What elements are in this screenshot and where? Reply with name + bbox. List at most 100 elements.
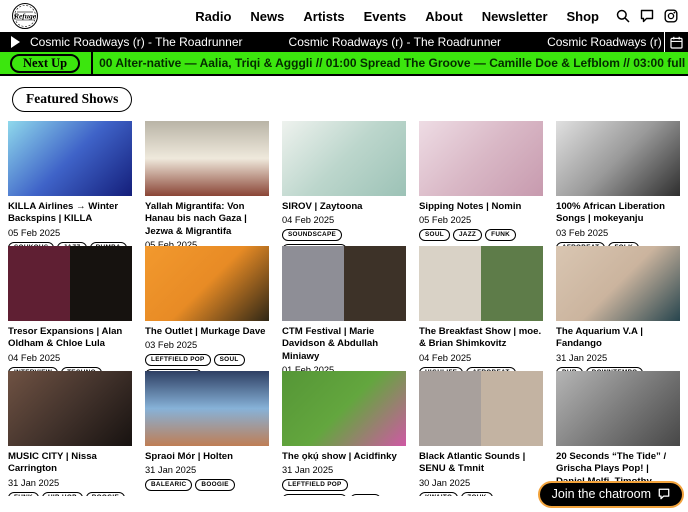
show-genre-tags: LEFTFIELD POPSOULELECTRONIC [145, 354, 269, 371]
show-title[interactable]: The Aquarium V.A | Fandango [556, 326, 680, 351]
chat-bubble-icon [658, 488, 670, 500]
join-chatroom-label: Join the chatroom [551, 487, 651, 501]
show-card[interactable]: The Outlet | Murkage Dave 03 Feb 2025 LEFT… [145, 246, 269, 371]
genre-tag[interactable]: SOUNDSCAPE [282, 229, 343, 242]
show-card[interactable]: Yallah Migrantifa: Von Hanau bis nach Ga… [145, 121, 269, 246]
show-date: 30 Jan 2025 [419, 477, 471, 488]
show-thumbnail[interactable] [8, 121, 132, 196]
show-title[interactable]: 100% African Liberation Songs | mokeyanj… [556, 201, 680, 226]
show-card[interactable]: KILLA Airlines → Winter Backspins | KILL… [8, 121, 132, 246]
genre-tag[interactable]: BOOGIE [195, 479, 235, 492]
show-date: 05 Feb 2025 [419, 215, 472, 226]
show-title[interactable]: SIROV | Zaytoona [282, 201, 406, 213]
show-title[interactable]: Black Atlantic Sounds | SENU & Tmnit [419, 451, 543, 476]
nav-item-radio[interactable]: Radio [195, 9, 231, 24]
nav-item-about[interactable]: About [425, 9, 463, 24]
nav-item-shop[interactable]: Shop [567, 9, 600, 24]
show-thumbnail[interactable] [419, 371, 543, 446]
genre-tag[interactable]: BOOGIE [85, 491, 126, 496]
show-thumbnail[interactable] [282, 121, 406, 196]
show-title[interactable]: Spraoi Mór | Holten [145, 451, 269, 463]
site-header: Refuge Radio News Artists Events About Newsle… [0, 0, 688, 32]
show-thumbnail[interactable] [556, 246, 680, 321]
show-title[interactable]: Tresor Expansions | Alan Oldham & Chloe … [8, 326, 132, 351]
show-thumbnail[interactable] [556, 121, 680, 196]
show-date: 31 Jan 2025 [282, 465, 334, 476]
genre-tag[interactable]: EXPERIMENTAL [282, 494, 348, 496]
search-icon[interactable] [615, 9, 630, 24]
show-date: 31 Jan 2025 [145, 465, 197, 476]
next-up-button[interactable]: Next Up [10, 53, 81, 73]
show-card[interactable]: Tresor Expansions | Alan Oldham & Chloe … [8, 246, 132, 371]
next-up-schedule: 00 Alter-native — Aalia, Triqi & Agggli … [99, 56, 688, 70]
next-up-bar: Next Up 00 Alter-native — Aalia, Triqi &… [0, 52, 688, 76]
play-icon[interactable] [0, 36, 30, 48]
show-card[interactable]: The Aquarium V.A | Fandango31 Jan 2025DU… [556, 246, 680, 371]
show-thumbnail[interactable] [282, 246, 406, 321]
show-thumbnail[interactable] [282, 371, 406, 446]
show-thumbnail[interactable] [419, 246, 543, 321]
show-card[interactable]: MUSIC CITY | Nissa Carrington 31 Jan 2025… [8, 371, 132, 496]
show-card[interactable]: Black Atlantic Sounds | SENU & Tmnit 30 J… [419, 371, 543, 496]
show-card[interactable]: The ọkụ́ show | Acidfinky 31 Jan 2025 LEFT… [282, 371, 406, 496]
genre-tag[interactable]: FUNK [8, 491, 39, 496]
genre-tag[interactable]: SOUL [350, 494, 382, 496]
show-title[interactable]: Sipping Notes | Nomin [419, 201, 543, 213]
genre-tag[interactable]: BALEARIC [145, 479, 193, 492]
show-title[interactable]: The Breakfast Show | moe. & Brian Shimko… [419, 326, 543, 351]
show-date: 05 Feb 2025 [8, 227, 61, 238]
show-thumbnail[interactable] [145, 371, 269, 446]
show-card[interactable]: The Breakfast Show | moe. & Brian Shimko… [419, 246, 543, 371]
genre-tag[interactable]: LEFTFIELD POP [282, 479, 348, 492]
featured-shows-heading[interactable]: Featured Shows [12, 87, 133, 112]
show-date: 31 Jan 2025 [8, 477, 60, 488]
show-card[interactable]: 100% African Liberation Songs | mokeyanj… [556, 121, 680, 246]
svg-text:Refuge: Refuge [13, 12, 37, 21]
schedule-calendar-icon[interactable] [664, 32, 688, 52]
now-playing-ticker[interactable]: Cosmic Roadways (r) - The Roadrunner Cosm… [30, 35, 664, 49]
genre-tag[interactable]: SOUL [419, 229, 450, 242]
show-title[interactable]: The Outlet | Murkage Dave [145, 326, 269, 338]
nav-item-newsletter[interactable]: Newsletter [482, 9, 548, 24]
show-date: 04 Feb 2025 [8, 352, 61, 363]
show-thumbnail[interactable] [145, 246, 269, 321]
now-playing-item: Cosmic Roadways (r) - The Roadrunner [288, 35, 502, 49]
genre-tag[interactable]: ZOUK [461, 491, 493, 496]
show-genre-tags: LEFTFIELD POPEXPERIMENTALSOULR&B [282, 479, 406, 496]
show-genre-tags: BALEARIC BOOGIE [145, 479, 269, 492]
show-genre-tags: SOUL JAZZ FUNK [419, 229, 543, 242]
show-title[interactable]: CTM Festival | Marie Davidson & Abdullah… [282, 326, 406, 363]
show-genre-tags: KWAITOZOUKAFROBEAT [419, 491, 543, 496]
show-title[interactable]: Yallah Migrantifa: Von Hanau bis nach Ga… [145, 201, 269, 238]
join-chatroom-button[interactable]: Join the chatroom [537, 481, 684, 508]
show-thumbnail[interactable] [8, 246, 132, 321]
show-thumbnail[interactable] [8, 371, 132, 446]
show-title[interactable]: KILLA Airlines → Winter Backspins | KILL… [8, 201, 132, 226]
genre-tag[interactable]: KWAITO [419, 491, 459, 496]
show-genre-tags: SOUNDSCAPESTORYTELLING [282, 229, 406, 246]
genre-tag[interactable]: FUNK [485, 229, 517, 242]
nav-item-artists[interactable]: Artists [303, 9, 344, 24]
instagram-icon[interactable] [663, 9, 678, 24]
chat-icon[interactable] [639, 9, 654, 24]
refuge-logo[interactable]: Refuge [10, 2, 40, 30]
genre-tag[interactable]: SOUL [213, 354, 245, 367]
featured-shows-grid: KILLA Airlines → Winter Backspins | KILL… [8, 121, 680, 496]
show-thumbnail[interactable] [419, 121, 543, 196]
nav-item-news[interactable]: News [250, 9, 284, 24]
show-title[interactable]: MUSIC CITY | Nissa Carrington [8, 451, 132, 476]
show-date: 03 Feb 2025 [145, 340, 198, 351]
show-card[interactable]: SIROV | Zaytoona 04 Feb 2025 SOUNDSCAPESTO… [282, 121, 406, 246]
show-card[interactable]: Sipping Notes | Nomin 05 Feb 2025 SOUL JAZZ… [419, 121, 543, 246]
genre-tag[interactable]: LEFTFIELD POP [145, 354, 211, 367]
show-thumbnail[interactable] [556, 371, 680, 446]
show-card[interactable]: CTM Festival | Marie Davidson & Abdullah… [282, 246, 406, 371]
show-thumbnail[interactable] [145, 121, 269, 196]
show-title[interactable]: The ọkụ́ show | Acidfinky [282, 451, 406, 463]
genre-tag[interactable]: HIP-HOP [41, 491, 83, 496]
show-card[interactable]: Spraoi Mór | Holten 31 Jan 2025 BALEARIC BO… [145, 371, 269, 496]
genre-tag[interactable]: JAZZ [452, 229, 483, 242]
nav-item-events[interactable]: Events [364, 9, 407, 24]
now-playing-item: Cosmic Roadways (r) - The Roadrunner [547, 35, 664, 49]
show-card[interactable]: 20 Seconds “The Tide” / Grischa Plays Po… [556, 371, 680, 496]
